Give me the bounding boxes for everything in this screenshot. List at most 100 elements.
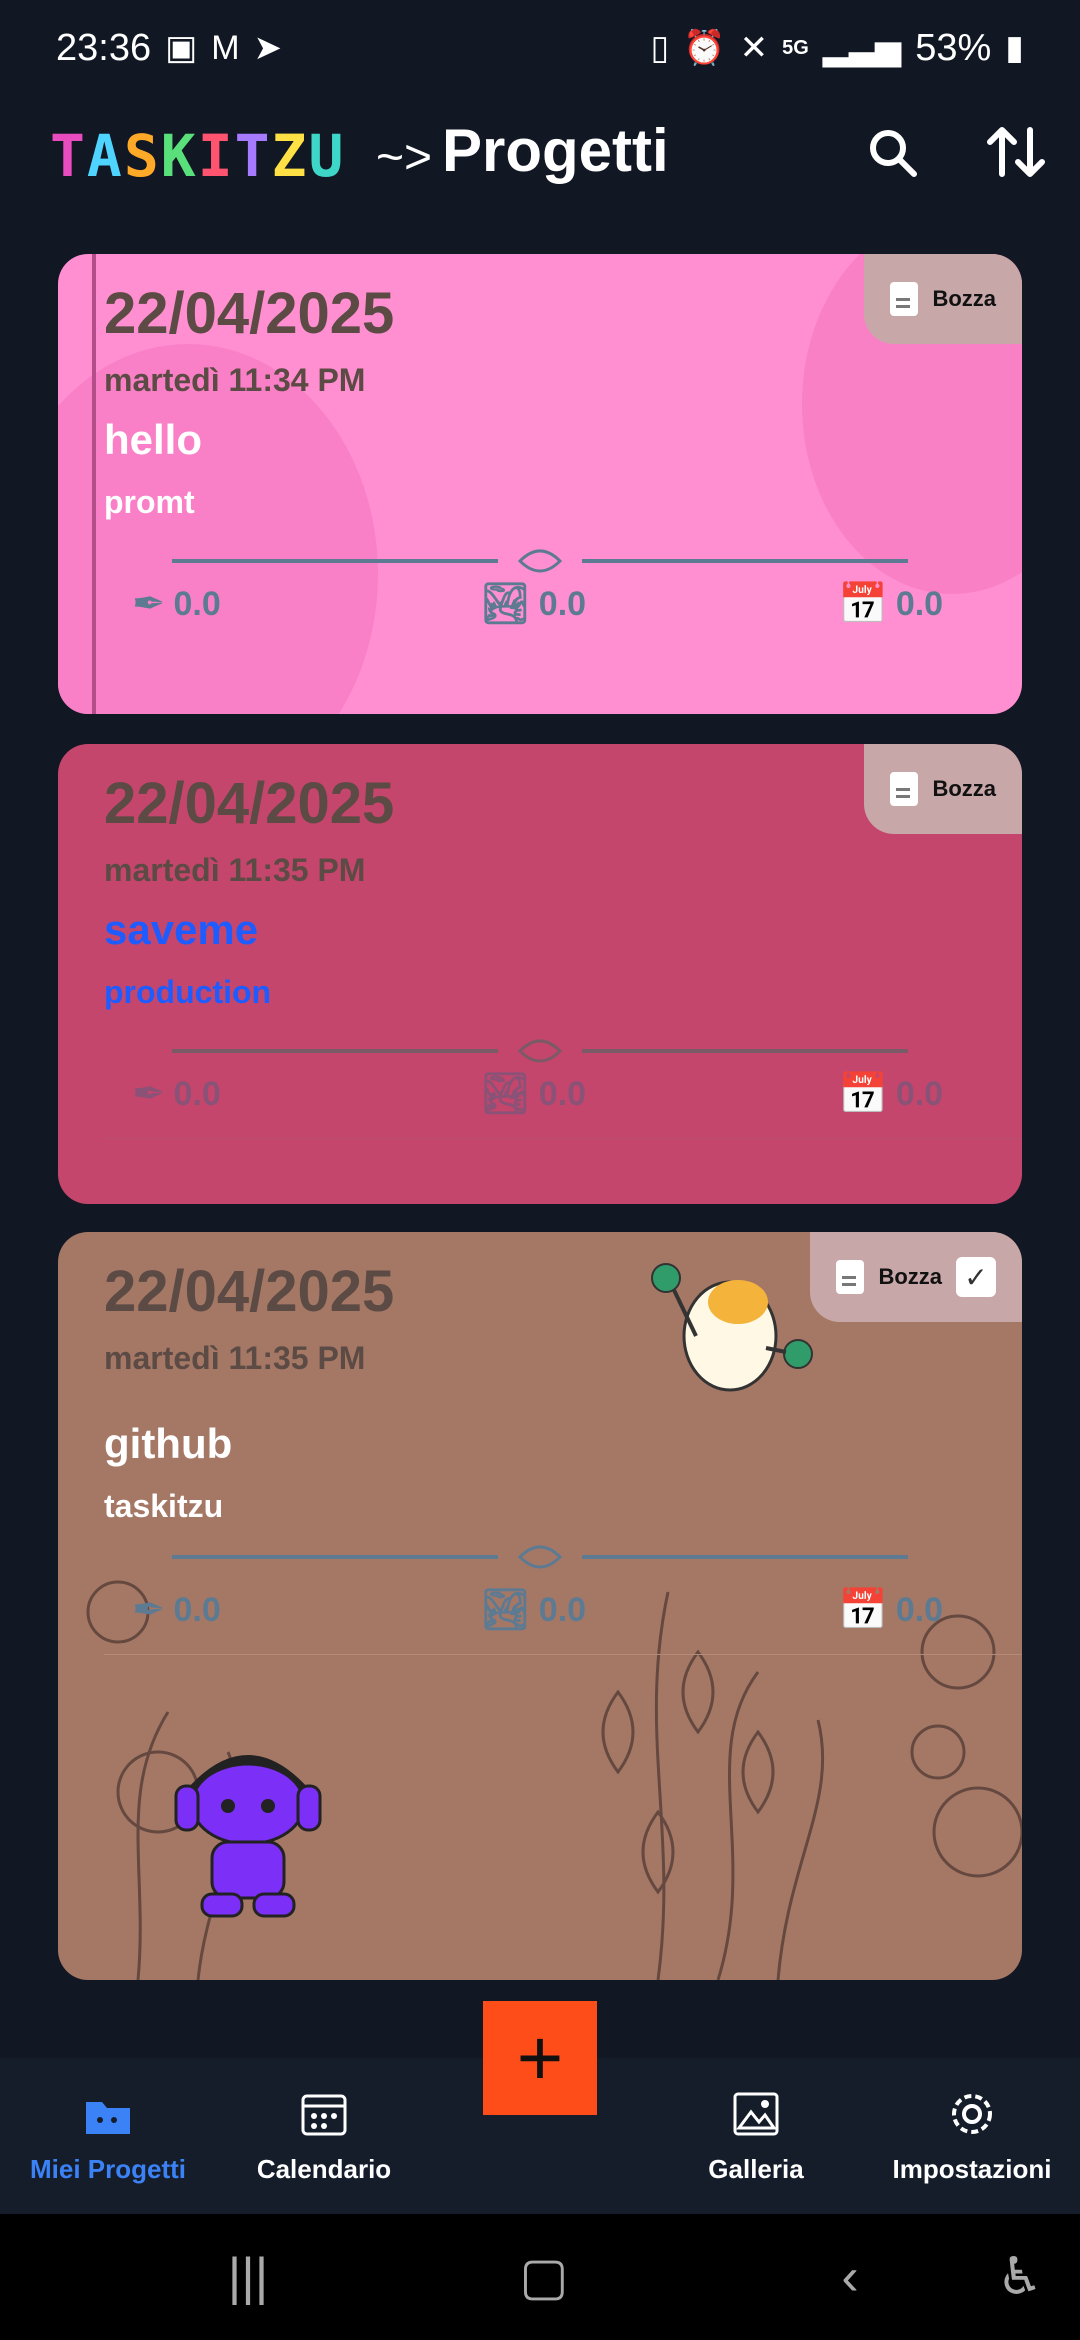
app-logo: TASKITZU [50, 122, 346, 190]
calendar-value: 0.0 [895, 584, 944, 623]
status-time: 23:36 [56, 26, 152, 69]
gallery-icon [733, 2092, 779, 2135]
badge-label: Bozza [878, 1264, 942, 1289]
calendar-stat: 📅 0.0 [838, 1590, 943, 1630]
card-border-line [92, 254, 96, 714]
draft-badge[interactable]: Bozza ✓ [810, 1232, 1022, 1322]
search-icon [870, 130, 917, 177]
landscape-icon: 🏞 [480, 1588, 531, 1632]
card-title: hello [104, 416, 203, 463]
status-bar: 23:36 ▣ M ➤ ▯ ⏰ ✕ 5G ▂▃▅ 53% ▮ [0, 0, 1080, 96]
card-description: production [104, 974, 272, 1010]
images-stat: 🏞 0.0 [480, 584, 586, 624]
calendar-value: 0.0 [895, 1590, 944, 1629]
card-date: 22/04/2025 [104, 281, 395, 346]
calendar-icon: 📅 [838, 582, 888, 626]
calendar-icon [301, 2094, 347, 2135]
nav-label: Galleria [708, 2153, 804, 2184]
landscape-icon: 🏞 [480, 582, 531, 626]
calendar-icon: 📅 [838, 1588, 888, 1632]
images-value: 0.0 [538, 1074, 587, 1113]
images-stat: 🏞 0.0 [480, 1074, 586, 1114]
gmail-notification-icon: M [211, 29, 240, 67]
writing-stat: ✒ 0.0 [132, 584, 221, 624]
checkbox-checked-icon[interactable]: ✓ [956, 1257, 996, 1297]
images-value: 0.0 [538, 1590, 587, 1629]
pen-icon: ✒ [132, 1588, 166, 1632]
card-weekday-time: martedì 11:35 PM [104, 1340, 366, 1376]
robot-sticker [168, 1734, 328, 1924]
status-right: ▯ ⏰ ✕ 5G ▂▃▅ 53% ▮ [651, 27, 1024, 70]
pen-icon: ✒ [132, 1072, 166, 1116]
card-weekday-time: martedì 11:34 PM [104, 362, 366, 398]
hamster-sticker [638, 1244, 818, 1414]
system-navigation: ||| ▢ ‹ ♿ [0, 2214, 1080, 2340]
nav-item-projects[interactable]: Miei Progetti [8, 2058, 208, 2214]
card-separator [104, 1654, 1022, 1655]
settings-icon [952, 2093, 992, 2134]
document-icon [890, 282, 919, 316]
ornament-divider [172, 1545, 908, 1569]
signal-icon: ▂▃▅ [822, 29, 902, 67]
add-project-button[interactable]: + [483, 2001, 597, 2115]
status-left: 23:36 ▣ M ➤ [56, 27, 282, 70]
gallery-notification-icon: ▣ [165, 29, 198, 67]
search-button[interactable] [860, 120, 924, 184]
battery-level: 53% [915, 26, 992, 69]
sort-button[interactable] [984, 120, 1048, 184]
nav-item-settings[interactable]: Impostazioni [872, 2058, 1072, 2214]
card-weekday-time: martedì 11:35 PM [104, 852, 366, 888]
hamster-icon [651, 1263, 813, 1392]
alarm-icon: ⏰ [683, 29, 726, 67]
card-title: saveme [104, 906, 259, 953]
accessibility-icon[interactable]: ♿ [980, 2214, 1060, 2340]
badge-label: Bozza [932, 286, 996, 311]
calendar-value: 0.0 [895, 1074, 944, 1113]
landscape-icon: 🏞 [480, 1072, 531, 1116]
robot-icon [174, 1755, 322, 1918]
card-date: 22/04/2025 [104, 1259, 395, 1324]
badge-label: Bozza [932, 776, 996, 801]
card-description: promt [104, 484, 195, 520]
images-value: 0.0 [538, 584, 587, 623]
calendar-icon: 📅 [838, 1072, 888, 1116]
folder-icon [86, 2101, 130, 2134]
header-arrow: ~> [376, 131, 433, 184]
nav-item-calendar[interactable]: Calendario [224, 2058, 424, 2214]
calendar-stat: 📅 0.0 [838, 584, 943, 624]
home-icon[interactable]: ▢ [504, 2214, 584, 2340]
telegram-notification-icon: ➤ [253, 29, 283, 67]
battery-saver-icon: ▯ [650, 29, 670, 67]
nav-label: Calendario [256, 2153, 392, 2184]
nav-label: Impostazioni [892, 2153, 1052, 2184]
ornament-divider [172, 1039, 908, 1063]
nav-item-gallery[interactable]: Galleria [656, 2058, 856, 2214]
writing-value: 0.0 [173, 1074, 221, 1113]
draft-badge[interactable]: Bozza [864, 744, 1022, 834]
page-title: Progetti [442, 117, 669, 184]
images-stat: 🏞 0.0 [480, 1590, 586, 1630]
writing-value: 0.0 [173, 1590, 221, 1629]
sort-icon [987, 127, 1045, 177]
document-icon [836, 1260, 865, 1294]
writing-stat: ✒ 0.0 [132, 1590, 221, 1630]
project-card[interactable]: Bozza ✓ 22/04/2025 martedì 11:35 PM gith… [58, 1232, 1022, 1980]
network-label: 5G [782, 36, 809, 59]
back-icon[interactable]: ‹ [810, 2214, 890, 2340]
card-date: 22/04/2025 [104, 771, 395, 836]
pen-icon: ✒ [132, 582, 166, 626]
project-card[interactable]: Bozza 22/04/2025 martedì 11:35 PM saveme… [58, 744, 1022, 1204]
calendar-stat: 📅 0.0 [838, 1074, 943, 1114]
card-separator [104, 1138, 1022, 1139]
card-title: github [104, 1420, 233, 1467]
ornament-divider [172, 549, 908, 573]
project-card[interactable]: Bozza 22/04/2025 martedì 11:34 PM hello … [58, 254, 1022, 714]
draft-badge[interactable]: Bozza [864, 254, 1022, 344]
document-icon [890, 772, 919, 806]
battery-icon: ▮ [1005, 29, 1024, 67]
mute-icon: ✕ [739, 29, 769, 67]
recent-apps-icon[interactable]: ||| [208, 2214, 288, 2340]
nav-label: Miei Progetti [29, 2153, 186, 2184]
writing-value: 0.0 [173, 584, 221, 623]
writing-stat: ✒ 0.0 [132, 1074, 221, 1114]
